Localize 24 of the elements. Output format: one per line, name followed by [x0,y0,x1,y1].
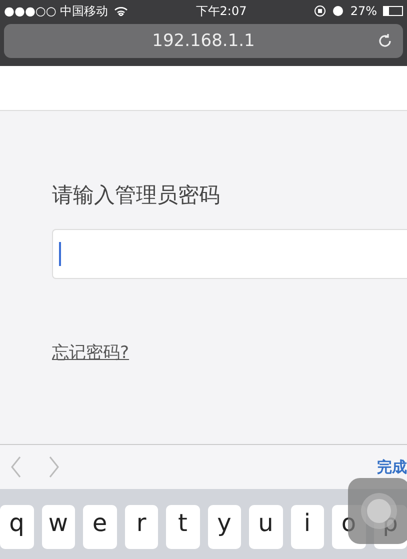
keyboard-key[interactable]: i [290,505,324,549]
battery-text: 27% [350,4,377,18]
reload-icon[interactable] [377,33,393,49]
url-text: 192.168.1.1 [152,31,255,51]
battery-icon [382,6,403,16]
keyboard-key[interactable]: t [166,505,200,549]
keyboard-key[interactable]: y [208,505,241,549]
password-field[interactable] [52,229,407,279]
keyboard-key[interactable]: r [124,505,158,549]
address-bar[interactable]: 192.168.1.1 [4,24,403,58]
previous-icon[interactable] [10,456,22,478]
forgot-password-link[interactable]: 忘记密码? [52,341,130,364]
alarm-icon [332,5,344,17]
password-label: 请输入管理员密码 [52,182,221,209]
keyboard-key[interactable]: q [0,505,34,549]
rotation-lock-icon [314,5,326,17]
carrier-text: ●●●○○ 中国移动 [4,2,108,20]
done-button[interactable]: 完成 [377,458,407,476]
next-icon[interactable] [48,456,60,478]
clock-text: 下午2:07 [196,2,247,20]
keyboard-key[interactable]: u [249,505,282,549]
keyboard-key[interactable]: w [42,505,75,549]
keyboard-key[interactable]: e [83,505,116,549]
wifi-icon [114,6,128,16]
